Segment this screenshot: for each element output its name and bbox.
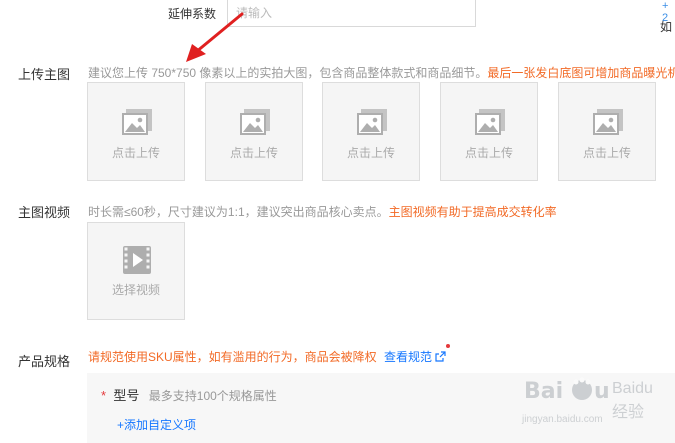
image-placeholder-icon xyxy=(240,109,270,135)
extension-coefficient-field[interactable] xyxy=(227,0,476,27)
upload-slot-3[interactable]: 点击上传 xyxy=(322,82,420,181)
upload-slot-1[interactable]: 点击上传 xyxy=(87,82,185,181)
model-hint: 最多支持100个规格属性 xyxy=(148,389,277,403)
image-placeholder-icon xyxy=(593,109,623,135)
image-placeholder-icon xyxy=(122,109,152,135)
model-label: 型号 xyxy=(113,388,140,403)
product-spec-hint: 请规范使用SKU属性，如有滥用的行为，商品会被降权 查看规范 xyxy=(88,348,446,365)
add-custom-item-link[interactable]: +添加自定义项 xyxy=(117,416,196,433)
video-play-icon xyxy=(123,246,151,274)
model-row: * 型号 最多支持100个规格属性 xyxy=(101,385,277,404)
product-spec-warning: 请规范使用SKU属性，如有滥用的行为，商品会被降权 xyxy=(88,350,377,364)
view-rules-link[interactable]: 查看规范 xyxy=(384,350,432,364)
main-video-label: 主图视频 xyxy=(18,205,71,220)
select-video-label: 选择视频 xyxy=(111,283,160,297)
notification-dot xyxy=(446,344,450,348)
product-spec-label: 产品规格 xyxy=(18,354,71,369)
upload-slot-label: 点击上传 xyxy=(229,146,278,160)
main-image-hint: 建议您上传 750*750 像素以上的实拍大图，包含商品整体款式和商品细节。最后… xyxy=(88,64,675,81)
required-mark: * xyxy=(101,388,107,403)
main-image-label: 上传主图 xyxy=(18,67,71,82)
main-video-hint: 时长需≤60秒，尺寸建议为1:1，建议突出商品核心卖点。主图视频有助于提高成交转… xyxy=(88,203,557,220)
upload-slot-label: 点击上传 xyxy=(111,146,160,160)
main-image-hint-warning: 最后一张发白底图可增加商品曝光机 xyxy=(487,66,675,80)
select-video-button[interactable]: 选择视频 xyxy=(87,222,185,320)
main-video-hint-text: 时长需≤60秒，尺寸建议为1:1，建议突出商品核心卖点。 xyxy=(88,205,389,219)
upload-slot-2[interactable]: 点击上传 xyxy=(205,82,303,181)
annotation-arrow xyxy=(186,12,244,62)
upload-slot-label: 点击上传 xyxy=(346,146,395,160)
image-placeholder-icon xyxy=(475,109,505,135)
upload-slot-5[interactable]: 点击上传 xyxy=(558,82,656,181)
extension-coefficient-input[interactable] xyxy=(228,0,475,26)
external-link-icon[interactable] xyxy=(435,351,446,362)
main-image-hint-text: 建议您上传 750*750 像素以上的实拍大图，包含商品整体款式和商品细节。 xyxy=(88,66,488,80)
main-video-hint-warning: 主图视频有助于提高成交转化率 xyxy=(388,205,557,219)
upload-slot-4[interactable]: 点击上传 xyxy=(440,82,538,181)
clipped-text: 如 xyxy=(660,20,673,34)
image-placeholder-icon xyxy=(357,109,387,135)
upload-slot-label: 点击上传 xyxy=(464,146,513,160)
upload-slot-label: 点击上传 xyxy=(582,146,631,160)
